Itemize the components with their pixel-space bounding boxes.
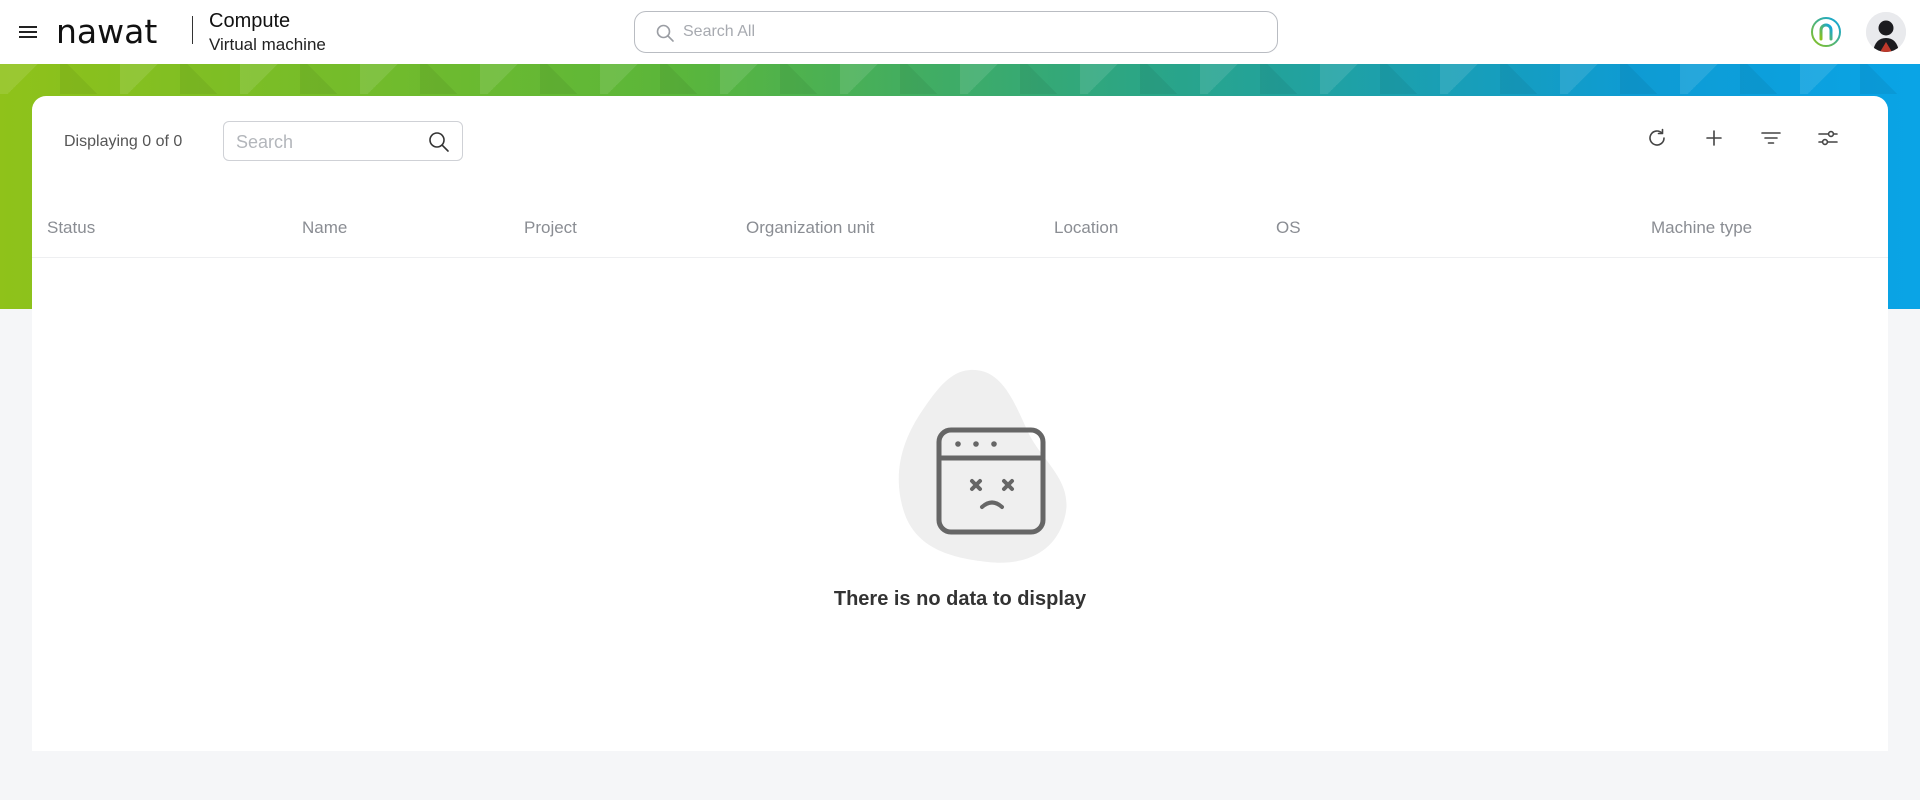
user-avatar[interactable] [1866,12,1906,52]
table-search-box [223,121,463,161]
filter-icon [1759,126,1783,155]
column-header-name[interactable]: Name [302,217,347,239]
table-search-input[interactable] [236,131,426,153]
add-button[interactable] [1699,125,1729,155]
column-header-os[interactable]: OS [1276,217,1301,239]
column-settings-button[interactable] [1813,125,1843,155]
logo-divider [192,16,193,44]
column-header-project[interactable]: Project [524,217,577,239]
display-count: Displaying 0 of 0 [64,133,183,150]
global-search-input[interactable] [683,20,1243,44]
top-bar: nawat Compute Virtual machine [0,0,1920,64]
search-icon [655,23,675,48]
refresh-icon [1645,126,1669,155]
hamburger-menu-icon[interactable] [16,20,40,44]
column-header-machine-type[interactable]: Machine type [1651,217,1752,239]
brand-badge-icon[interactable] [1810,16,1842,48]
nawat-logo[interactable]: nawat [56,14,157,50]
column-header-location[interactable]: Location [1054,217,1118,239]
table-header: Status Name Project Organization unit Lo… [32,196,1888,258]
global-search-box [634,11,1278,53]
plus-icon [1703,127,1725,154]
app-subtitle: Virtual machine [209,35,326,54]
main-card: Displaying 0 of 0 Search Status Name Pro… [32,96,1888,751]
refresh-button[interactable] [1642,125,1672,155]
empty-window-sad-icon [850,362,1090,576]
sliders-icon [1816,126,1840,155]
column-header-organization-unit[interactable]: Organization unit [746,217,875,239]
column-header-status[interactable]: Status [47,217,95,239]
app-title: Compute [209,10,291,32]
filter-button[interactable] [1756,125,1786,155]
search-icon[interactable] [427,130,451,159]
empty-state-message: There is no data to display [833,588,1087,610]
